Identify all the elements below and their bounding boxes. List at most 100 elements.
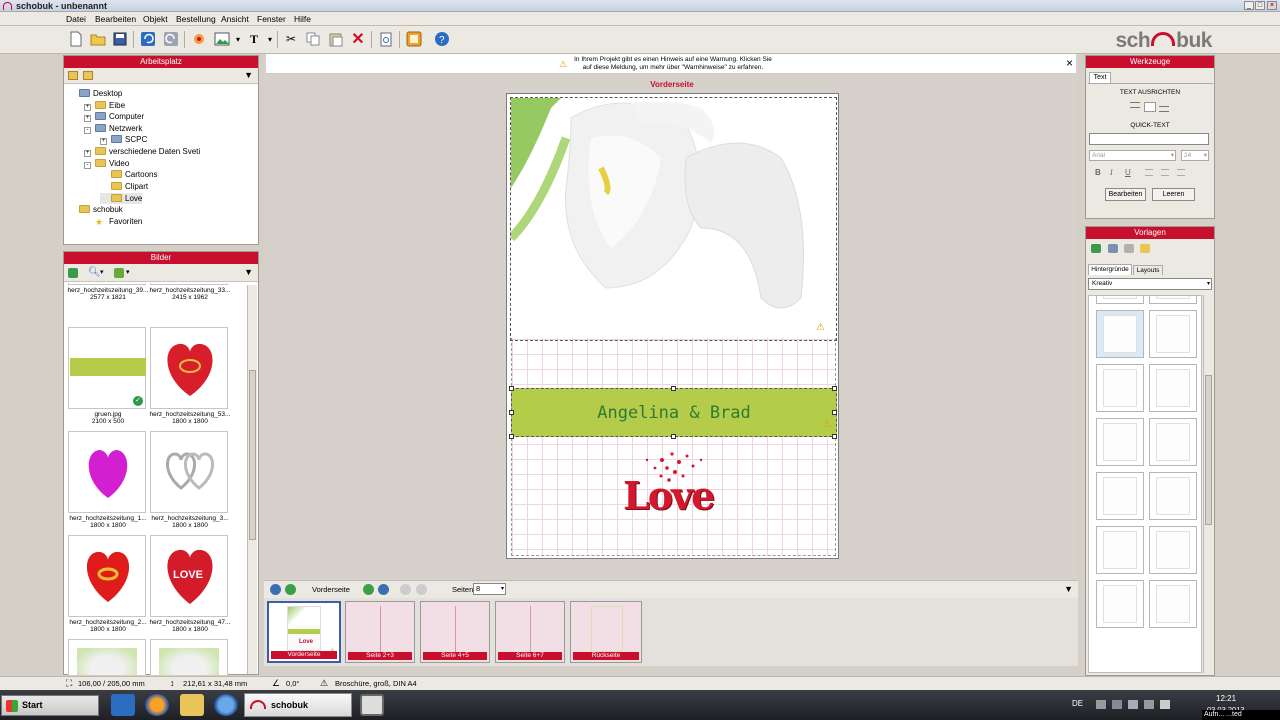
font-size-select[interactable]: 24 ▾ <box>1181 150 1209 161</box>
redo-icon[interactable] <box>163 31 179 47</box>
page-thumb-front[interactable]: Love ⚠ Vorderseite <box>267 601 341 663</box>
image-thumbnail[interactable]: LOVE herz_hochzeitszeitung_47... 1800 x 18… <box>150 535 230 633</box>
template-thumbnail[interactable] <box>1096 310 1144 358</box>
minimize-button[interactable]: _ <box>1244 1 1254 10</box>
tree-item[interactable]: + verschiedene Daten Sveti <box>84 146 200 157</box>
new-folder-icon[interactable] <box>83 71 93 80</box>
quick-text-input[interactable] <box>1089 133 1209 145</box>
bold-button[interactable]: B <box>1095 168 1101 177</box>
pages-select[interactable]: 8 ▾ <box>473 583 506 595</box>
paste-icon[interactable] <box>328 31 344 47</box>
image-thumbnail[interactable] <box>68 639 146 675</box>
image-thumbnail[interactable] <box>150 639 228 675</box>
tree-item[interactable]: + SCPC <box>100 134 147 145</box>
template-thumbnail[interactable] <box>1096 364 1144 412</box>
folder-up-icon[interactable] <box>68 71 78 80</box>
tray-icon-1[interactable] <box>1096 700 1106 709</box>
text-align-left-icon[interactable] <box>1145 169 1153 176</box>
taskbar-folder-icon[interactable] <box>180 694 204 716</box>
maximize-button[interactable]: □ <box>1255 1 1265 10</box>
taskbar-window-icon[interactable] <box>360 694 384 716</box>
template-thumbnail[interactable] <box>1096 580 1144 628</box>
expand-toggle-icon[interactable]: + <box>84 104 91 111</box>
tree-item[interactable]: - Netzwerk <box>84 123 142 134</box>
template-settings-icon[interactable] <box>1124 244 1134 253</box>
clear-text-button[interactable]: Leeren <box>1152 188 1195 201</box>
undo-icon[interactable] <box>140 31 156 47</box>
align-left-icon[interactable] <box>1130 102 1140 108</box>
menu-fenster[interactable]: Fenster <box>257 14 286 24</box>
template-thumbnail[interactable] <box>1149 296 1197 304</box>
tree-item[interactable]: ★ Favoriten <box>84 216 142 227</box>
warning-banner[interactable]: ⚠ In Ihrem Projekt gibt es einen Hinweis… <box>266 54 1076 74</box>
start-button[interactable]: Start <box>1 695 99 716</box>
taskbar-media-icon[interactable] <box>214 694 238 716</box>
template-thumbnail[interactable] <box>1149 418 1197 466</box>
expand-toggle-icon[interactable]: + <box>84 115 91 122</box>
open-folder-icon[interactable] <box>90 31 106 47</box>
image-thumbnail[interactable]: herz_hochzeitszeitung_2... 1800 x 1800 <box>68 535 147 633</box>
images-menu-arrow-icon[interactable]: ▼ <box>244 267 253 277</box>
image-thumbnail[interactable]: herz_hochzeitszeitung_53... 1800 x 1800 <box>150 327 230 425</box>
sort-dropdown-icon[interactable]: ▾ <box>126 268 130 276</box>
page-thumb-4-5[interactable]: Seite 4+5 <box>420 601 490 663</box>
align-center-icon[interactable] <box>1144 102 1156 112</box>
new-document-icon[interactable] <box>68 31 84 47</box>
pagebar-collapse-icon[interactable]: ▼ <box>1064 584 1073 594</box>
taskbar-explorer-icon[interactable] <box>111 694 135 716</box>
zoom-icon[interactable]: 🔍︎ <box>88 267 101 278</box>
font-select[interactable]: Arial ▾ <box>1089 150 1176 161</box>
tree-item[interactable]: Cartoons <box>100 169 157 180</box>
page-canvas[interactable]: ⚠ Angelina & Brad ⚠ Love <box>506 93 839 559</box>
first-page-icon[interactable] <box>270 584 281 595</box>
tray-icon-4[interactable] <box>1144 700 1154 709</box>
next-page-icon[interactable] <box>363 584 374 595</box>
templates-scroll-thumb[interactable] <box>1205 375 1212 525</box>
menu-ansicht[interactable]: Ansicht <box>221 14 249 24</box>
clock-time[interactable]: 12:21 <box>1216 694 1236 703</box>
tray-icon-3[interactable] <box>1128 700 1138 709</box>
remove-page-icon[interactable] <box>416 584 427 595</box>
template-thumbnail[interactable] <box>1096 296 1144 304</box>
category-select[interactable]: Kreativ ▾ <box>1088 278 1212 290</box>
love-graphic[interactable]: Love <box>617 446 727 530</box>
menu-bearbeiten[interactable]: Bearbeiten <box>95 14 136 24</box>
insert-image-icon[interactable] <box>214 31 230 47</box>
align-right-icon[interactable] <box>1159 106 1169 112</box>
save-icon[interactable] <box>112 31 128 47</box>
template-thumbnail[interactable] <box>1149 526 1197 574</box>
text-align-right-icon[interactable] <box>1177 169 1185 176</box>
tree-item[interactable]: - Video <box>84 158 129 169</box>
expand-toggle-icon[interactable]: + <box>84 150 91 157</box>
image-dropdown-icon[interactable]: ▾ <box>230 31 246 47</box>
refresh-images-icon[interactable] <box>68 268 78 278</box>
expand-toggle-icon[interactable]: + <box>100 138 107 145</box>
page-thumb-6-7[interactable]: Seite 6+7 <box>495 601 565 663</box>
tree-item[interactable]: + Eibe <box>84 100 125 111</box>
sort-images-icon[interactable] <box>114 268 124 278</box>
template-thumbnail[interactable] <box>1096 418 1144 466</box>
template-thumbnail[interactable] <box>1149 580 1197 628</box>
page-thumb-back[interactable]: Rückseite <box>570 601 642 663</box>
images-scrollbar[interactable] <box>247 285 257 674</box>
image-thumbnail[interactable]: herz_hochzeitszeitung_33... 2415 x 1962 <box>150 283 230 301</box>
text-align-center-icon[interactable] <box>1161 169 1169 176</box>
menu-objekt[interactable]: Objekt <box>143 14 168 24</box>
images-scroll-thumb[interactable] <box>249 370 256 540</box>
tree-item[interactable]: schobuk <box>68 204 123 215</box>
insert-text-icon[interactable]: T <box>246 31 262 47</box>
preview-icon[interactable] <box>378 31 394 47</box>
italic-button[interactable]: I <box>1110 168 1113 177</box>
image-thumbnail[interactable]: herz_hochzeitszeitung_39... 2577 x 1821 <box>68 283 148 301</box>
menu-datei[interactable]: Datei <box>66 14 86 24</box>
template-tool-icon[interactable] <box>1108 244 1118 253</box>
expand-toggle-icon[interactable]: - <box>84 127 91 134</box>
text-dropdown-icon[interactable]: ▾ <box>262 31 278 47</box>
cut-icon[interactable]: ✂ <box>283 31 299 47</box>
close-button[interactable]: × <box>1267 1 1277 10</box>
prev-page-icon[interactable] <box>285 584 296 595</box>
language-indicator[interactable]: DE <box>1072 699 1083 708</box>
image-thumbnail[interactable]: ✓ gruen.jpg 2100 x 500 <box>68 327 146 425</box>
green-banner[interactable]: Angelina & Brad ⚠ <box>511 388 837 437</box>
zoom-dropdown-icon[interactable]: ▾ <box>100 268 104 276</box>
